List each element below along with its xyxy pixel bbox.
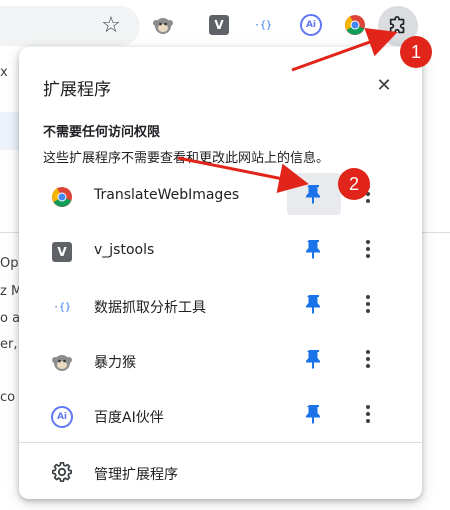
more-options-button[interactable] [359, 290, 377, 318]
monkey-extension-icon[interactable] [150, 12, 176, 38]
manage-extensions-label: 管理扩展程序 [94, 467, 178, 483]
v-extension-icon[interactable]: V [206, 12, 232, 38]
extension-name: 百度AI伙伴 [94, 410, 164, 426]
v-icon: V [52, 242, 72, 262]
ai-icon: Ai [300, 14, 322, 36]
js-icon: ·{} [253, 19, 273, 31]
extension-row-violentmonkey[interactable]: 暴力猴 [19, 334, 422, 388]
extension-row-baidu-ai[interactable]: Ai 百度AI伙伴 [19, 389, 422, 443]
pin-button[interactable] [287, 228, 341, 270]
ai-icon: Ai [51, 406, 73, 428]
manage-extensions-item[interactable]: 管理扩展程序 [19, 451, 422, 495]
extension-name: 暴力猴 [94, 355, 136, 371]
pin-button[interactable] [287, 338, 341, 380]
pin-button[interactable] [287, 393, 341, 435]
pin-icon [306, 240, 320, 259]
more-options-button[interactable] [359, 400, 377, 428]
js-extension-icon[interactable]: ·{} [250, 12, 276, 38]
more-options-button[interactable] [359, 345, 377, 373]
pin-button[interactable] [287, 283, 341, 325]
browser-toolbar: ☆ V ·{} Ai [0, 0, 450, 50]
divider [19, 442, 422, 443]
more-options-button[interactable] [359, 235, 377, 263]
background-text: x [0, 65, 8, 80]
pin-icon [306, 405, 320, 424]
star-icon[interactable]: ☆ [98, 12, 124, 38]
extension-name: 数据抓取分析工具 [94, 300, 206, 316]
gear-icon [51, 461, 73, 483]
v-icon: V [209, 15, 229, 35]
popup-title: 扩展程序 [43, 80, 111, 100]
extension-name: TranslateWebImages [94, 187, 240, 203]
close-icon: ✕ [376, 74, 392, 96]
v-extension-icon: V [51, 241, 73, 263]
puzzle-icon [389, 16, 405, 34]
extension-row-v-jstools[interactable]: V v_jstools [19, 224, 422, 278]
background-text: er, [0, 337, 18, 352]
annotation-badge-1: 1 [400, 36, 432, 68]
background-text: Op [0, 256, 19, 271]
chrome-icon [51, 186, 73, 208]
pin-button[interactable] [287, 173, 341, 215]
pin-icon [306, 350, 320, 369]
js-extension-icon: ·{} [51, 296, 73, 318]
annotation-badge-2: 2 [338, 168, 370, 200]
pin-icon [306, 185, 320, 204]
extension-name: v_jstools [94, 242, 155, 258]
section-heading: 不需要任何访问权限 [43, 125, 161, 140]
ai-extension-icon[interactable]: Ai [298, 12, 324, 38]
extension-row-data-scraper[interactable]: ·{} 数据抓取分析工具 [19, 279, 422, 333]
extensions-popup: 扩展程序 ✕ 不需要任何访问权限 这些扩展程序不需要查看和更改此网站上的信息。 … [19, 47, 422, 499]
pin-icon [306, 295, 320, 314]
close-button[interactable]: ✕ [372, 73, 396, 97]
js-icon: ·{} [52, 301, 72, 313]
monkey-icon [51, 351, 73, 373]
background-text: co [0, 390, 16, 405]
chrome-extension-icon[interactable] [342, 12, 368, 38]
ai-extension-icon: Ai [51, 406, 73, 428]
section-description: 这些扩展程序不需要查看和更改此网站上的信息。 [43, 151, 330, 166]
